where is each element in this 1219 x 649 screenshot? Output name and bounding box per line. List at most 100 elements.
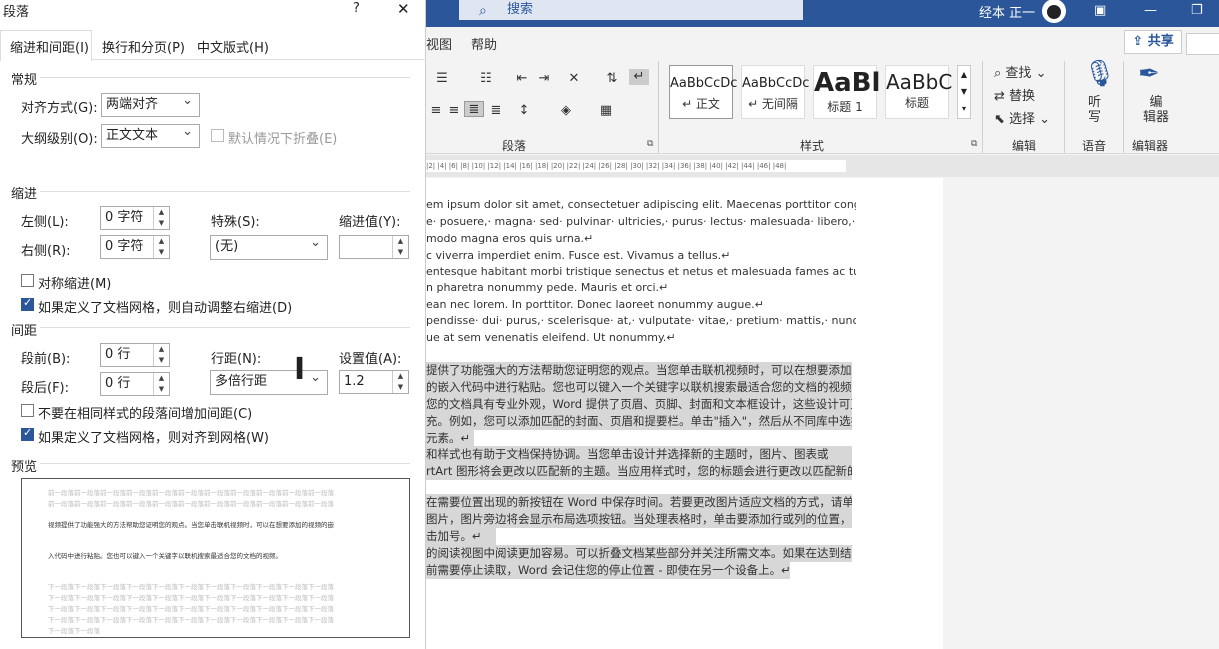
selected-line: 前需要停止读取，Word 会记住您的停止位置 - 即使在另一个设备上。↵ (426, 562, 790, 579)
distributed-icon[interactable]: ≣ (486, 103, 506, 119)
group-styles: 样式 (800, 139, 825, 153)
dialog-tabs: 缩进和间距(I) 换行和分页(P) 中文版式(H) (0, 30, 426, 61)
search-icon: ⌕ (479, 3, 487, 19)
align-center-icon[interactable]: ≡ (426, 103, 446, 119)
indent-left-spinner[interactable]: 0 字符 ▲ ▼ (100, 206, 170, 230)
selected-line: 提供了功能强大的方法帮助您证明您的观点。当您单击联机视频时，可以在想要添加的 (426, 362, 852, 379)
ruler[interactable]: |2| |4| |6| |8| |10| |12| |14| |16| |18|… (426, 160, 846, 172)
indent-right-label: 右侧(R): (21, 244, 71, 259)
show-marks-icon[interactable]: ↵ (629, 69, 649, 85)
align-right-icon[interactable]: ≡ (444, 103, 464, 119)
alignment-select[interactable]: 两端对齐 (101, 90, 200, 117)
line-spacing-icon[interactable]: ↕ (514, 103, 534, 119)
before-spinner[interactable]: 0 行 ▲ ▼ (100, 343, 170, 367)
tab-line-page-breaks[interactable]: 换行和分页(P) (102, 37, 185, 56)
style-heading-1[interactable]: AaBl 标题 1 (813, 65, 880, 119)
text-line: ean nec lorem. In porttitor. Donec laore… (426, 298, 764, 311)
close-icon[interactable]: ✕ (397, 0, 410, 18)
spin-arrows[interactable]: ▲ ▼ (153, 236, 169, 258)
snap-grid-checkbox[interactable] (21, 426, 34, 441)
spin-arrows[interactable]: ▲ ▼ (153, 344, 169, 366)
replace-button[interactable]: ⇄ 替换 (994, 85, 1035, 104)
ribbon: ☰ ☷ ⇤ ⇥ ✕ ⇅ ↵ ≡ ≡ ≣ ≣ ↕ ◈ ▦ 段落 ⧉ AaBbCcD… (426, 57, 1219, 154)
help-icon[interactable]: ? (353, 1, 360, 16)
indent-left-label: 左侧(L): (21, 215, 69, 230)
bullets-icon[interactable]: ☰ (432, 71, 452, 87)
share-icon: ⇪ (1132, 34, 1148, 49)
find-button[interactable]: ⌕ 查找 ⌄ (994, 62, 1046, 81)
style-normal[interactable]: AaBbCcDc ↵ 正文 (669, 65, 737, 119)
share-button[interactable]: ⇪ 共享 (1124, 30, 1182, 54)
editor-pen-icon[interactable]: ✒ (1138, 59, 1160, 89)
preview-current-line: 视频提供了功能强大的方法帮助您证明您的观点。当您单击联机视频时，可以在想要添加的… (48, 521, 334, 529)
comments-button[interactable] (1186, 33, 1219, 55)
indent-right-spinner[interactable]: 0 字符 ▲ ▼ (100, 235, 170, 259)
selected-line: 的阅读视图中阅读更加容易。可以折叠文档某些部分并关注所需文本。如果在达到结尾 (426, 545, 852, 562)
justify-icon[interactable]: ≣ (464, 101, 484, 117)
spin-arrows[interactable]: ▲ ▼ (153, 207, 169, 229)
group-editing: 编辑 (1012, 139, 1037, 153)
tab-help[interactable]: 帮助 (471, 34, 497, 53)
dialog-title: 段落 (3, 5, 30, 20)
spin-arrows[interactable]: ▲ ▼ (392, 371, 408, 393)
line-spacing-select[interactable]: 多倍行距 (210, 367, 328, 395)
selected-line: 和样式也有助于文档保持协调。当您单击设计并选择新的主题时，图片、图表或 (426, 446, 852, 463)
avatar[interactable] (1042, 0, 1066, 23)
text-line: entesque habitant morbi tristique senect… (426, 265, 856, 278)
paragraph-launcher-icon[interactable]: ⧉ (647, 139, 653, 149)
styles-scroll[interactable]: ▲ ▼ ▾ (957, 65, 971, 119)
tab-asian-typography[interactable]: 中文版式(H) (197, 37, 269, 56)
spin-arrows[interactable]: ▲ ▼ (153, 373, 169, 395)
style-title[interactable]: AaBbC 标题 (885, 65, 952, 119)
preview-box: 前一段落前一段落前一段落前一段落前一段落前一段落前一段落前一段落前一段落前一段落… (21, 478, 410, 638)
after-spinner[interactable]: 0 行 ▲ ▼ (100, 372, 170, 396)
minimize-icon[interactable]: — (1144, 3, 1157, 18)
microphone-icon[interactable]: 🎙 (1083, 59, 1116, 89)
search-box[interactable]: ⌕ 搜索 (459, 0, 803, 20)
restore-icon[interactable]: ❐ (1191, 3, 1203, 18)
styles-launcher-icon[interactable]: ⧉ (971, 139, 977, 149)
decrease-indent-icon[interactable]: ⇤ (512, 71, 532, 87)
numbering-icon[interactable]: ☷ (476, 71, 496, 87)
select-button[interactable]: ⬉ 选择 ⌄ (994, 108, 1050, 127)
no-space-checkbox[interactable] (21, 404, 34, 417)
borders-icon[interactable]: ▦ (596, 103, 616, 119)
style-no-spacing[interactable]: AaBbCcDc ↵ 无间隔 (741, 65, 809, 119)
tab-indents-spacing[interactable]: 缩进和间距(I) (10, 37, 89, 56)
text-line: modo magna eros quis urna.↵ (426, 232, 594, 245)
text-cursor-icon: I (294, 352, 306, 387)
text-line: pendisse· dui· purus,· scelerisque· at,·… (426, 314, 856, 327)
preview-prev-line: 前一段落前一段落前一段落前一段落前一段落前一段落前一段落前一段落前一段落前一段落… (48, 500, 334, 508)
ribbon-display-icon[interactable]: ▣ (1094, 3, 1106, 18)
chinese-layout-icon[interactable]: ✕ (564, 71, 584, 87)
special-select[interactable]: (无) (210, 232, 328, 260)
word-window: ⌕ 搜索 经本 正一 ▣ — ❐ 视图 帮助 ⇪ 共享 ☰ ☷ ⇤ ⇥ ✕ ⇅ ↵… (426, 0, 1219, 649)
selected-line: rtArt 图形将会更改以匹配新的主题。当应用样式时，您的标题会进行更改以匹配新… (426, 463, 852, 480)
section-preview: 预览 (11, 460, 38, 475)
shading-icon[interactable]: ◈ (556, 103, 576, 119)
indent-by-spinner[interactable]: ▲ ▼ (339, 235, 409, 259)
spin-arrows[interactable]: ▲ ▼ (392, 236, 408, 258)
mirror-indent-checkbox[interactable] (21, 274, 34, 287)
preview-prev-line: 前一段落前一段落前一段落前一段落前一段落前一段落前一段落前一段落前一段落前一段落… (48, 489, 334, 497)
at-spinner[interactable]: 1.2 ▲ ▼ (339, 370, 409, 394)
tab-view[interactable]: 视图 (426, 34, 452, 53)
dictate-button[interactable]: 听 写 (1088, 95, 1101, 125)
text-line: e· posuere,· magna· sed· pulvinar· ultri… (426, 215, 856, 228)
outline-level-select[interactable]: 正文文本 (101, 121, 200, 148)
at-label: 设置值(A): (339, 352, 402, 367)
collapse-checkbox[interactable] (211, 129, 224, 142)
title-bar: ⌕ 搜索 经本 正一 ▣ — ❐ (426, 0, 1219, 27)
sort-icon[interactable]: ⇅ (602, 71, 622, 87)
group-paragraph: 段落 (502, 139, 527, 153)
editor-button[interactable]: 编 辑器 (1143, 95, 1169, 125)
preview-next-line: 下一段落下一段落下一段落下一段落下一段落下一段落下一段落下一段落下一段落下一段落… (48, 594, 334, 602)
section-general: 常规 (11, 73, 38, 88)
text-line: n pharetra nonummy pede. Mauris et orci.… (426, 281, 669, 294)
selected-line: 充。例如，您可以添加匹配的封面、页眉和提要栏。单击"插入"，然后从不同库中选择 (426, 413, 852, 430)
indent-by-label: 缩进值(Y): (339, 215, 401, 230)
auto-adjust-checkbox[interactable] (21, 296, 34, 311)
before-label: 段前(B): (21, 352, 71, 367)
increase-indent-icon[interactable]: ⇥ (534, 71, 554, 87)
document-page[interactable]: em ipsum dolor sit amet, consectetuer ad… (426, 178, 943, 649)
